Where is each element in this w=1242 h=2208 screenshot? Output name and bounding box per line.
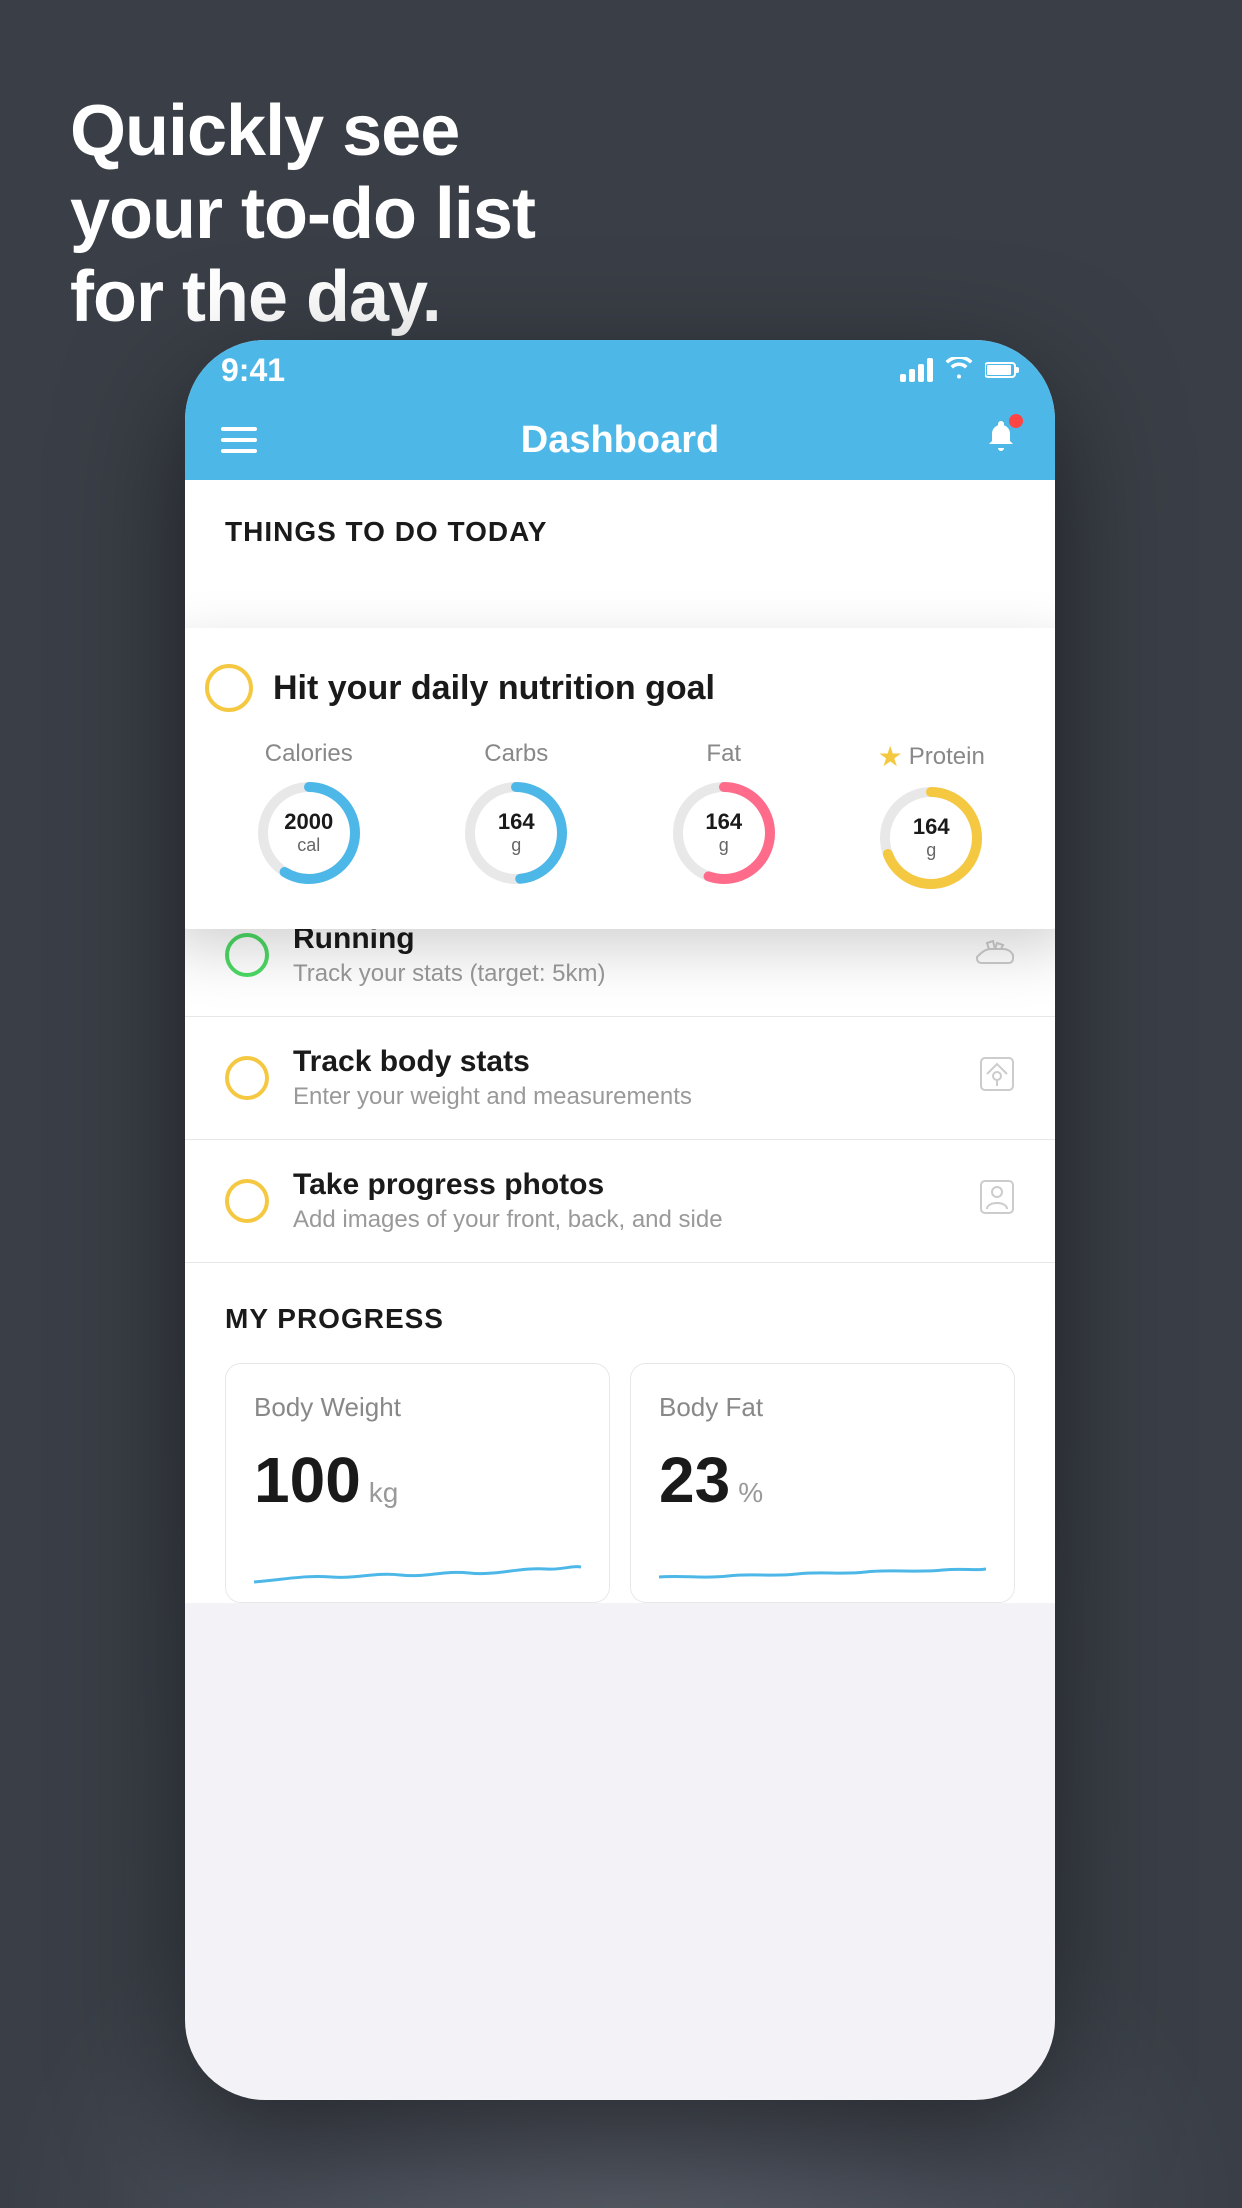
carbs-value: 164 g (461, 778, 571, 888)
calories-label: Calories (265, 740, 353, 768)
body-weight-chart (254, 1537, 581, 1597)
battery-icon (985, 355, 1019, 386)
nav-bar: Dashboard (185, 400, 1055, 480)
todo-subtitle-running: Track your stats (target: 5km) (293, 960, 975, 988)
fat-value: 164 g (669, 778, 779, 888)
nutrition-calories: Calories 2000 cal (254, 740, 364, 888)
carbs-label: Carbs (484, 740, 548, 768)
todo-circle-nutrition[interactable] (205, 664, 253, 712)
body-fat-title: Body Fat (659, 1392, 986, 1423)
body-fat-number: 23 (659, 1443, 730, 1517)
carbs-ring: 164 g (461, 778, 571, 888)
section-header: THINGS TO DO TODAY (185, 480, 1055, 564)
card-title-row: Hit your daily nutrition goal (205, 664, 1035, 712)
notification-bell[interactable] (983, 418, 1019, 463)
protein-label: Protein (909, 743, 985, 771)
todo-text-photos: Take progress photos Add images of your … (293, 1168, 979, 1234)
todo-circle-body-stats (225, 1056, 269, 1100)
person-icon (979, 1179, 1015, 1224)
nutrition-protein: ★ Protein 164 g (876, 740, 986, 893)
protein-ring: 164 g (876, 783, 986, 893)
progress-card-weight: Body Weight 100 kg (225, 1363, 610, 1603)
todo-list: Running Track your stats (target: 5km) T… (185, 894, 1055, 1263)
body-fat-chart (659, 1537, 986, 1597)
body-weight-unit: kg (369, 1477, 399, 1509)
main-content: THINGS TO DO TODAY Hit your daily nutrit… (185, 480, 1055, 1603)
card-title: Hit your daily nutrition goal (273, 669, 715, 708)
nutrition-carbs: Carbs 164 g (461, 740, 571, 888)
headline: Quickly see your to-do list for the day. (70, 90, 535, 338)
calories-value: 2000 cal (254, 778, 364, 888)
hamburger-menu[interactable] (221, 427, 257, 453)
todo-subtitle-body-stats: Enter your weight and measurements (293, 1083, 979, 1111)
body-weight-value-row: 100 kg (254, 1443, 581, 1517)
nutrition-fat: Fat 164 g (669, 740, 779, 888)
progress-card-fat: Body Fat 23 % (630, 1363, 1015, 1603)
nutrition-card: Hit your daily nutrition goal Calories 2… (185, 628, 1055, 929)
calories-ring: 2000 cal (254, 778, 364, 888)
progress-cards: Body Weight 100 kg Body Fat 23 % (225, 1363, 1015, 1603)
fat-label: Fat (706, 740, 741, 768)
todo-circle-running (225, 933, 269, 977)
nutrition-grid: Calories 2000 cal Carbs (205, 740, 1035, 893)
todo-title-photos: Take progress photos (293, 1168, 979, 1202)
shoe-icon (975, 935, 1015, 976)
body-fat-value-row: 23 % (659, 1443, 986, 1517)
status-time: 9:41 (221, 352, 285, 389)
todo-text-body-stats: Track body stats Enter your weight and m… (293, 1045, 979, 1111)
body-fat-unit: % (738, 1477, 763, 1509)
progress-header: MY PROGRESS (225, 1303, 1015, 1335)
fat-ring: 164 g (669, 778, 779, 888)
notification-dot (1009, 414, 1023, 428)
progress-section: MY PROGRESS Body Weight 100 kg Body Fat (185, 1263, 1055, 1603)
status-bar: 9:41 (185, 340, 1055, 400)
wifi-icon (945, 355, 973, 386)
todo-item-body-stats[interactable]: Track body stats Enter your weight and m… (185, 1017, 1055, 1140)
todo-text-running: Running Track your stats (target: 5km) (293, 922, 975, 988)
todo-circle-photos (225, 1179, 269, 1223)
star-icon: ★ (878, 740, 903, 773)
scale-icon (979, 1056, 1015, 1101)
nav-title: Dashboard (521, 419, 719, 462)
todo-subtitle-photos: Add images of your front, back, and side (293, 1206, 979, 1234)
body-weight-title: Body Weight (254, 1392, 581, 1423)
signal-icon (900, 358, 933, 382)
body-weight-number: 100 (254, 1443, 361, 1517)
status-icons (900, 355, 1019, 386)
todo-title-body-stats: Track body stats (293, 1045, 979, 1079)
protein-value: 164 g (876, 783, 986, 893)
phone-frame: 9:41 (185, 340, 1055, 2100)
todo-item-photos[interactable]: Take progress photos Add images of your … (185, 1140, 1055, 1263)
protein-label-row: ★ Protein (878, 740, 985, 773)
